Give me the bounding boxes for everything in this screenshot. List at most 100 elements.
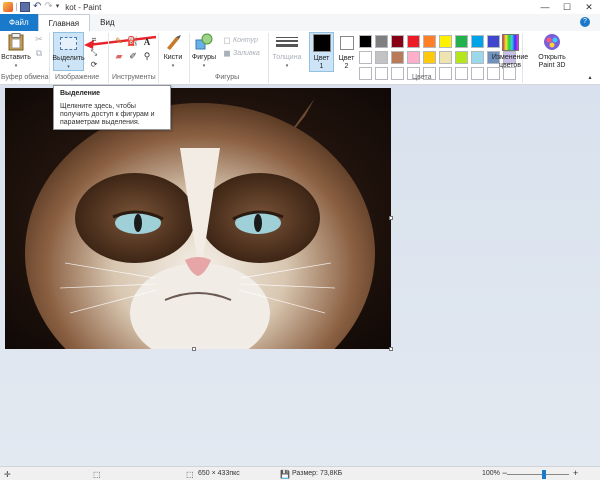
open-paint3d-button[interactable]: Открыть Paint 3D <box>532 33 572 70</box>
chevron-down-icon: ▾ <box>14 63 18 69</box>
minimize-icon[interactable]: — <box>534 0 556 14</box>
canvas-resize-handle-corner[interactable] <box>389 347 393 351</box>
color-swatch[interactable] <box>375 35 388 48</box>
ribbon-group-labels: Буфер обмена Изображение Инструменты Фиг… <box>0 73 600 84</box>
color-swatch[interactable] <box>455 35 468 48</box>
color2-button[interactable]: Цвет 2 <box>335 34 358 71</box>
zoom-in-icon[interactable]: + <box>573 468 578 478</box>
undo-icon[interactable]: ↶ <box>33 2 41 12</box>
brush-icon <box>164 33 182 51</box>
window-title: kot - Paint <box>65 2 102 12</box>
thickness-button[interactable]: Толщина ▾ <box>270 33 304 70</box>
chevron-down-icon: ▾ <box>285 63 289 69</box>
pencil-icon[interactable]: ✎ <box>113 36 125 47</box>
color-swatch[interactable] <box>423 51 436 64</box>
eraser-icon[interactable]: ▰ <box>113 51 125 62</box>
image-dimensions-icon: ⬚ <box>186 470 194 479</box>
canvas-resize-handle-bottom[interactable] <box>192 347 196 351</box>
paint3d-icon <box>543 33 561 51</box>
shapes-button[interactable]: Фигуры ▾ <box>191 33 217 70</box>
rotate-icon[interactable]: ⟳ <box>88 59 100 70</box>
color-swatch[interactable] <box>455 51 468 64</box>
group-label-clipboard: Буфер обмена <box>1 74 49 81</box>
zoom-slider-thumb[interactable] <box>542 470 547 479</box>
color-swatch[interactable] <box>423 35 436 48</box>
file-size: Размер: 73,8КБ <box>292 470 343 477</box>
color1-label: Цвет <box>313 55 330 62</box>
selection-rectangle-icon <box>60 34 78 52</box>
app-icon <box>3 2 13 12</box>
chevron-down-icon: ▾ <box>67 64 70 70</box>
color-swatch[interactable] <box>359 35 372 48</box>
tab-view[interactable]: Вид <box>90 14 124 31</box>
divider <box>16 3 17 11</box>
thickness-icon <box>276 33 298 51</box>
thickness-label: Толщина <box>272 54 302 61</box>
brushes-label: Кисти <box>163 54 183 61</box>
title-bar: ↶ ↷ ▾ kot - Paint — ☐ ✕ <box>0 0 600 14</box>
outline-label[interactable]: Контур <box>233 37 258 44</box>
zoom-slider-track[interactable] <box>507 474 569 475</box>
help-icon[interactable]: ? <box>580 17 590 27</box>
color2-label: Цвет <box>338 55 355 62</box>
zoom-out-icon[interactable]: − <box>502 468 507 478</box>
canvas-resize-handle-right[interactable] <box>389 216 393 220</box>
color1-number: 1 <box>319 63 324 70</box>
color-swatch[interactable] <box>359 51 372 64</box>
color-swatch[interactable] <box>375 51 388 64</box>
color-swatch[interactable] <box>439 51 452 64</box>
group-label-colors: Цвета <box>412 74 432 81</box>
color-picker-icon[interactable]: ✐ <box>127 51 139 62</box>
customize-quick-access-icon[interactable]: ▾ <box>56 2 60 12</box>
tooltip-line-2: получить доступ к фигурам и <box>60 111 155 118</box>
fill-icon: ◼ <box>223 48 231 58</box>
outline-icon: ◻ <box>223 35 231 45</box>
select-button[interactable]: Выделить ▾ <box>52 34 85 71</box>
copy-icon[interactable]: ⧉ <box>33 48 45 59</box>
brushes-button[interactable]: Кисти ▾ <box>160 33 186 70</box>
edit-colors-label-1: Изменение <box>491 54 529 61</box>
window-controls: — ☐ ✕ <box>534 0 600 14</box>
tab-file[interactable]: Файл <box>0 14 38 31</box>
chevron-down-icon: ▾ <box>202 63 206 69</box>
color1-button[interactable]: Цвет 1 <box>310 34 333 71</box>
group-label-shapes: Фигуры <box>215 74 240 81</box>
color-swatch[interactable] <box>471 35 484 48</box>
color-swatch[interactable] <box>471 51 484 64</box>
tooltip-title: Выделение <box>60 90 101 97</box>
maximize-icon[interactable]: ☐ <box>556 0 578 14</box>
text-tool-icon[interactable]: A <box>141 36 153 47</box>
tab-home[interactable]: Главная <box>37 14 91 31</box>
redo-icon[interactable]: ↷ <box>44 2 52 12</box>
open-paint3d-label-2: Paint 3D <box>538 62 566 69</box>
color2-swatch <box>339 36 354 50</box>
tooltip-line-1: Щелкните здесь, чтобы <box>60 103 136 110</box>
fill-bucket-icon[interactable]: ⛽ <box>127 36 139 47</box>
status-bar: ✛ ⬚ ⬚ 650 × 433пкс 💾 Размер: 73,8КБ 100%… <box>0 466 600 480</box>
color-swatch[interactable] <box>407 51 420 64</box>
color-swatch[interactable] <box>407 35 420 48</box>
color-spectrum-icon <box>501 33 519 51</box>
clipboard-icon <box>7 33 25 51</box>
magnifier-icon[interactable]: ⚲ <box>141 51 153 62</box>
group-label-tools: Инструменты <box>112 74 156 81</box>
image-dimensions: 650 × 433пкс <box>198 470 240 477</box>
file-size-icon: 💾 <box>280 470 290 479</box>
cut-icon[interactable]: ✂ <box>33 34 45 45</box>
tooltip-line-3: параметрам выделения. <box>60 119 140 126</box>
color-swatch[interactable] <box>439 35 452 48</box>
shapes-label: Фигуры <box>191 54 217 61</box>
shapes-icon <box>195 33 213 51</box>
zoom-level: 100% <box>482 470 500 477</box>
save-icon[interactable] <box>20 2 30 12</box>
color1-swatch <box>312 34 331 52</box>
fill-label[interactable]: Заливка <box>233 50 260 57</box>
paste-label: Вставить <box>1 54 31 61</box>
select-tooltip: Выделение Щелкните здесь, чтобы получить… <box>53 85 171 130</box>
open-paint3d-label-1: Открыть <box>538 54 566 61</box>
close-icon[interactable]: ✕ <box>578 0 600 14</box>
color-swatch[interactable] <box>391 35 404 48</box>
paste-button[interactable]: Вставить ▾ <box>1 33 31 70</box>
color-swatch[interactable] <box>391 51 404 64</box>
edit-colors-button[interactable]: Изменение цветов <box>490 33 530 70</box>
